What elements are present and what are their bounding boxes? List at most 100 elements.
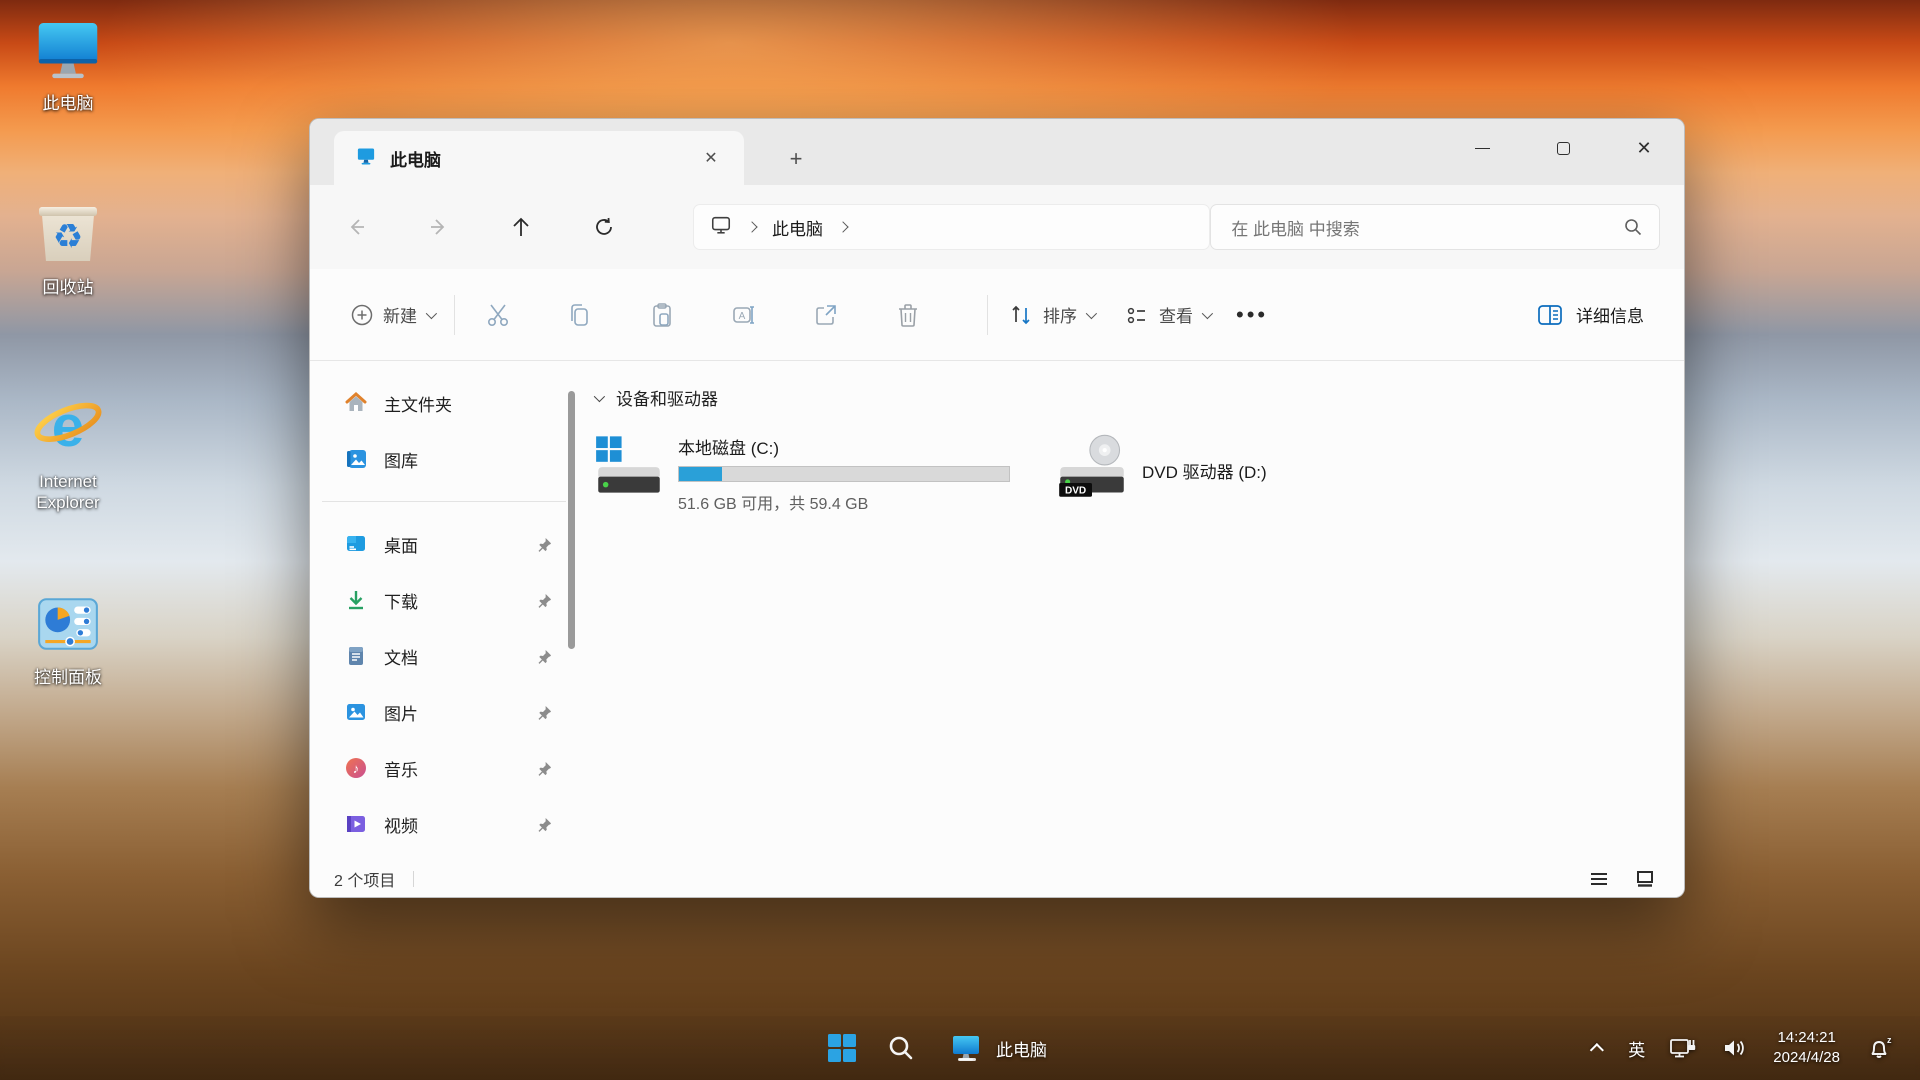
desktop-icon-internet-explorer[interactable]: e Internet Explorer bbox=[16, 392, 120, 514]
drive-usage-bar bbox=[678, 466, 1010, 482]
chevron-down-icon bbox=[425, 307, 438, 319]
cut-button[interactable] bbox=[475, 292, 521, 338]
group-header-devices[interactable]: 设备和驱动器 bbox=[593, 385, 1654, 410]
breadcrumb[interactable]: 此电脑 bbox=[693, 204, 1211, 250]
delete-button[interactable] bbox=[885, 292, 931, 338]
svg-text:A: A bbox=[739, 311, 746, 322]
tab-close-button[interactable]: ✕ bbox=[696, 143, 726, 173]
taskbar-app-this-pc[interactable]: 此电脑 bbox=[944, 1032, 1053, 1064]
internet-explorer-icon: e bbox=[32, 392, 104, 464]
refresh-icon bbox=[596, 217, 613, 235]
sidebar-item-label: 主文件夹 bbox=[384, 395, 452, 415]
clock-date: 2024/4/28 bbox=[1773, 1049, 1840, 1066]
titlebar[interactable]: 此电脑 ✕ + ✕ bbox=[310, 119, 1684, 185]
share-button[interactable] bbox=[803, 292, 849, 338]
new-button-label: 新建 bbox=[383, 307, 417, 326]
sort-button[interactable]: 排序 bbox=[1008, 302, 1098, 328]
details-pane-button[interactable]: 详细信息 bbox=[1536, 302, 1644, 328]
list-view-icon bbox=[1591, 873, 1607, 885]
taskbar: 此电脑 英 14:24:21 2024/4/28 z bbox=[0, 1016, 1920, 1080]
sidebar-item-downloads[interactable]: 下载 bbox=[310, 572, 578, 628]
forward-button[interactable] bbox=[417, 205, 461, 249]
sidebar-item-documents[interactable]: 文档 bbox=[310, 628, 578, 684]
sidebar-item-home[interactable]: 主文件夹 bbox=[310, 375, 578, 431]
videos-icon bbox=[347, 816, 365, 832]
desktop-icon-control-panel[interactable]: 控制面板 bbox=[16, 588, 120, 688]
windows-logo-icon bbox=[828, 1034, 856, 1062]
dvd-drive-icon: DVD bbox=[1056, 434, 1128, 514]
close-icon: ✕ bbox=[1636, 138, 1652, 158]
home-icon bbox=[345, 391, 367, 411]
desktop: 此电脑 ♻ 回收站 e Internet Explorer 控制面板 此电脑 ✕… bbox=[0, 0, 1920, 1080]
hidden-icons-chevron[interactable] bbox=[1590, 1043, 1605, 1058]
collapse-chevron-icon[interactable] bbox=[593, 390, 606, 402]
breadcrumb-item-this-pc[interactable]: 此电脑 bbox=[772, 215, 823, 240]
paste-button[interactable] bbox=[639, 292, 685, 338]
volume-icon[interactable] bbox=[1721, 1035, 1749, 1061]
trash-icon bbox=[899, 303, 917, 327]
desktop-icon-this-pc[interactable]: 此电脑 bbox=[16, 14, 120, 114]
pin-icon bbox=[538, 593, 552, 608]
control-panel-icon bbox=[32, 588, 104, 660]
tab-this-pc[interactable]: 此电脑 ✕ bbox=[334, 131, 744, 185]
drive-item-d[interactable]: DVD DVD 驱动器 (D:) bbox=[1056, 434, 1267, 514]
search-icon[interactable] bbox=[1623, 217, 1643, 237]
pin-icon bbox=[538, 537, 552, 552]
group-header-label: 设备和驱动器 bbox=[616, 390, 718, 409]
desktop-icon-recycle-bin[interactable]: ♻ 回收站 bbox=[16, 198, 120, 298]
sidebar-item-label: 视频 bbox=[384, 816, 418, 836]
up-icon bbox=[513, 217, 530, 236]
rename-button[interactable]: A bbox=[721, 292, 767, 338]
drive-item-c[interactable]: 本地磁盘 (C:) 51.6 GB 可用，共 59.4 GB bbox=[594, 434, 1010, 514]
list-view-button[interactable] bbox=[1584, 866, 1614, 892]
sidebar-item-music[interactable]: ♪ 音乐 bbox=[310, 740, 578, 796]
sidebar-item-pictures[interactable]: 图片 bbox=[310, 684, 578, 740]
notification-bell-icon[interactable]: z bbox=[1864, 1034, 1894, 1062]
desktop-icon-label: Internet Explorer bbox=[36, 472, 100, 513]
navigation-pane: 主文件夹 图库 桌面 下载 文档 图片 ♪ 音乐 视频 bbox=[310, 361, 578, 861]
minimize-button[interactable] bbox=[1454, 127, 1510, 169]
drive-name: 本地磁盘 (C:) bbox=[678, 439, 780, 458]
large-icons-view-icon bbox=[1637, 871, 1653, 887]
recycle-bin-icon: ♻ bbox=[32, 198, 104, 270]
pin-icon bbox=[538, 649, 552, 664]
sidebar-item-gallery[interactable]: 图库 bbox=[310, 431, 578, 487]
search-input[interactable]: 在 此电脑 中搜索 bbox=[1210, 204, 1660, 250]
clock[interactable]: 14:24:21 2024/4/28 bbox=[1773, 1028, 1840, 1068]
sidebar-item-desktop[interactable]: 桌面 bbox=[310, 516, 578, 572]
status-bar: 2 个项目 bbox=[310, 861, 1684, 897]
ime-indicator[interactable]: 英 bbox=[1628, 1036, 1645, 1061]
sidebar-item-label: 桌面 bbox=[384, 536, 418, 556]
rename-icon: A bbox=[733, 305, 754, 324]
large-icons-view-button[interactable] bbox=[1630, 866, 1660, 892]
drive-free-space: 51.6 GB 可用，共 59.4 GB bbox=[678, 496, 869, 513]
new-tab-button[interactable]: + bbox=[780, 143, 812, 175]
documents-icon bbox=[349, 647, 363, 665]
copy-button[interactable] bbox=[557, 292, 603, 338]
sidebar-scrollbar[interactable] bbox=[568, 391, 575, 649]
share-icon bbox=[816, 304, 836, 325]
gallery-icon bbox=[347, 450, 366, 468]
this-pc-icon bbox=[356, 146, 376, 171]
music-note-glyph: ♪ bbox=[353, 761, 360, 776]
sidebar-item-label: 图片 bbox=[384, 704, 418, 724]
new-button[interactable]: 新建 bbox=[350, 302, 438, 327]
view-button[interactable]: 查看 bbox=[1124, 302, 1214, 328]
sidebar-item-videos[interactable]: 视频 bbox=[310, 796, 578, 852]
back-button[interactable] bbox=[334, 205, 378, 249]
search-icon bbox=[889, 1036, 913, 1060]
start-button[interactable] bbox=[826, 1032, 858, 1064]
refresh-button[interactable] bbox=[582, 205, 626, 249]
desktop-icon-label: 此电脑 bbox=[42, 94, 94, 113]
taskbar-search-button[interactable] bbox=[886, 1033, 916, 1063]
chevron-right-icon[interactable] bbox=[837, 221, 849, 233]
file-explorer-window: 此电脑 ✕ + ✕ 此电脑 在 此电脑 中搜索 新建 A 排序 查看 ••• 详… bbox=[309, 118, 1685, 898]
close-button[interactable]: ✕ bbox=[1616, 127, 1672, 169]
running-indicator bbox=[958, 1058, 976, 1061]
up-button[interactable] bbox=[500, 205, 544, 249]
more-options-button[interactable]: ••• bbox=[1236, 302, 1268, 328]
network-icon[interactable] bbox=[1669, 1035, 1697, 1061]
sidebar-item-label: 文档 bbox=[384, 648, 418, 668]
view-icon bbox=[1127, 307, 1145, 323]
maximize-button[interactable] bbox=[1535, 127, 1591, 169]
